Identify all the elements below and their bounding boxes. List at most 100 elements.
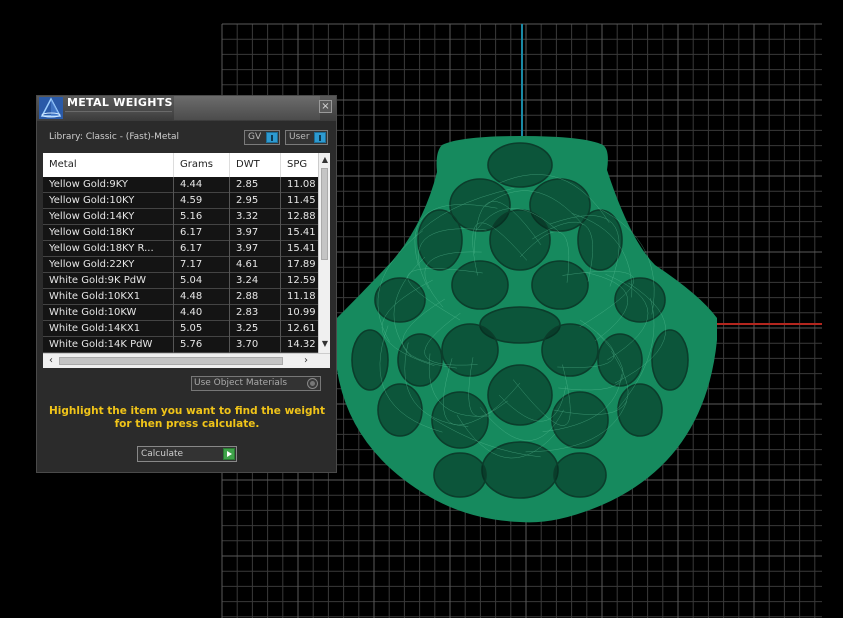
table-header: Metal Grams DWT SPG <box>43 153 318 178</box>
cell-dwt: 3.25 <box>230 321 281 337</box>
horizontal-scrollbar[interactable]: ‹ › <box>43 353 330 368</box>
close-icon[interactable]: × <box>319 100 332 113</box>
lattice-opening <box>553 452 607 498</box>
cell-metal: Yellow Gold:9KY <box>43 177 174 193</box>
table-row[interactable]: White Gold:14K PdW 5.76 3.70 14.32 <box>43 337 318 353</box>
cell-metal: White Gold:9K PdW <box>43 273 174 289</box>
cell-metal: Yellow Gold:10KY <box>43 193 174 209</box>
cell-metal: Yellow Gold:14KY <box>43 209 174 225</box>
cell-grams: 6.17 <box>174 241 230 257</box>
chevron-right-icon[interactable]: › <box>300 354 312 368</box>
cell-spg: 17.89 <box>287 259 316 270</box>
cell-grams: 6.17 <box>174 225 230 241</box>
column-header-grams[interactable]: Grams <box>174 153 230 177</box>
cell-dwt: 2.95 <box>230 193 281 209</box>
radio-button-icon[interactable] <box>307 378 318 389</box>
chevron-up-icon[interactable]: ▲ <box>320 154 330 166</box>
cell-metal: White Gold:14K PdW <box>43 337 174 353</box>
cell-dwt: 3.97 <box>230 241 281 257</box>
cell-dwt: 3.24 <box>230 273 281 289</box>
cell-grams: 4.44 <box>174 177 230 193</box>
table-row[interactable]: White Gold:9K PdW 5.04 3.24 12.59 <box>43 273 318 289</box>
cell-spg: 12.61 <box>287 323 316 334</box>
horizontal-scroll-thumb[interactable] <box>59 357 283 365</box>
instructions-text: Highlight the item you want to find the … <box>47 405 327 431</box>
instructions-line-2: for then press calculate. <box>114 418 260 430</box>
cell-grams: 4.48 <box>174 289 230 305</box>
metal-table[interactable]: Metal Grams DWT SPG Yellow Gold:9KY 4.44 2… <box>43 153 330 368</box>
vertical-scroll-thumb[interactable] <box>321 168 328 260</box>
table-row[interactable]: White Gold:14KX1 5.05 3.25 12.61 <box>43 321 318 337</box>
title-drag-area[interactable] <box>174 96 320 120</box>
lattice-opening <box>651 329 689 391</box>
chevron-left-icon[interactable]: ‹ <box>45 354 57 368</box>
user-toggle-label: User <box>289 132 310 142</box>
cell-spg: 11.18 <box>287 291 316 302</box>
cell-spg: 15.41 <box>287 243 316 254</box>
lattice-opening <box>417 209 463 271</box>
user-toggle[interactable]: User <box>285 130 328 145</box>
instructions-line-1: Highlight the item you want to find the … <box>49 405 325 417</box>
lattice-opening <box>433 452 487 498</box>
lattice-opening <box>451 260 509 310</box>
cell-dwt: 3.97 <box>230 225 281 241</box>
cell-spg: 14.32 <box>287 339 316 350</box>
cell-grams: 4.59 <box>174 193 230 209</box>
lattice-opening <box>541 323 599 377</box>
panel-titlebar[interactable]: METAL WEIGHTS × <box>37 96 336 121</box>
lattice-opening <box>551 391 609 449</box>
column-header-spg[interactable]: SPG <box>281 153 318 177</box>
cell-dwt: 2.88 <box>230 289 281 305</box>
gv-toggle[interactable]: GV <box>244 130 280 145</box>
column-header-dwt[interactable]: DWT <box>230 153 281 177</box>
vertical-scrollbar[interactable]: ▲ ▼ <box>318 153 330 353</box>
cell-grams: 5.05 <box>174 321 230 337</box>
table-row[interactable]: White Gold:10KW 4.40 2.83 10.99 <box>43 305 318 321</box>
cell-grams: 5.76 <box>174 337 230 353</box>
table-row[interactable]: Yellow Gold:22KY 7.17 4.61 17.89 <box>43 257 318 273</box>
play-arrow-icon <box>223 448 235 460</box>
cell-spg: 11.08 <box>287 179 316 190</box>
lattice-opening <box>577 209 623 271</box>
lattice-opening <box>351 329 389 391</box>
use-object-materials-option[interactable]: Use Object Materials <box>191 376 321 391</box>
cell-dwt: 4.61 <box>230 257 281 273</box>
cell-metal: White Gold:14KX1 <box>43 321 174 337</box>
library-label: Library: Classic - (Fast)-Metal <box>49 132 180 142</box>
lattice-opening <box>597 333 643 387</box>
calculate-button[interactable]: Calculate <box>137 446 237 462</box>
lattice-opening <box>487 142 553 188</box>
cell-dwt: 2.85 <box>230 177 281 193</box>
pyramid-logo-icon <box>39 97 63 119</box>
lattice-opening <box>377 383 423 437</box>
toggle-switch-icon <box>314 132 326 143</box>
table-row[interactable]: Yellow Gold:18KY R... 6.17 3.97 15.41 <box>43 241 318 257</box>
cell-spg: 12.59 <box>287 275 316 286</box>
table-row[interactable]: White Gold:10KX1 4.48 2.88 11.18 <box>43 289 318 305</box>
wireframe-model[interactable] <box>335 136 717 523</box>
table-row[interactable]: Yellow Gold:14KY 5.16 3.32 12.88 <box>43 209 318 225</box>
panel-title: METAL WEIGHTS <box>67 96 173 109</box>
lattice-opening <box>531 260 589 310</box>
cell-spg: 15.41 <box>287 227 316 238</box>
cell-spg: 10.99 <box>287 307 316 318</box>
metal-weights-panel: METAL WEIGHTS × Library: Classic - (Fast… <box>36 95 337 473</box>
cell-dwt: 3.70 <box>230 337 281 353</box>
table-row[interactable]: Yellow Gold:18KY 6.17 3.97 15.41 <box>43 225 318 241</box>
cell-grams: 5.04 <box>174 273 230 289</box>
cell-grams: 5.16 <box>174 209 230 225</box>
lattice-opening <box>397 333 443 387</box>
cell-metal: White Gold:10KX1 <box>43 289 174 305</box>
lattice-opening <box>489 209 551 271</box>
cell-metal: Yellow Gold:18KY R... <box>43 241 174 257</box>
cell-spg: 12.88 <box>287 211 316 222</box>
use-object-materials-label: Use Object Materials <box>194 378 288 388</box>
table-row[interactable]: Yellow Gold:10KY 4.59 2.95 11.45 <box>43 193 318 209</box>
chevron-down-icon[interactable]: ▼ <box>320 338 330 350</box>
column-header-metal[interactable]: Metal <box>43 153 174 177</box>
cell-grams: 4.40 <box>174 305 230 321</box>
toggle-switch-icon <box>266 132 278 143</box>
title-underline <box>65 111 172 121</box>
table-row[interactable]: Yellow Gold:9KY 4.44 2.85 11.08 <box>43 177 318 193</box>
cell-grams: 7.17 <box>174 257 230 273</box>
